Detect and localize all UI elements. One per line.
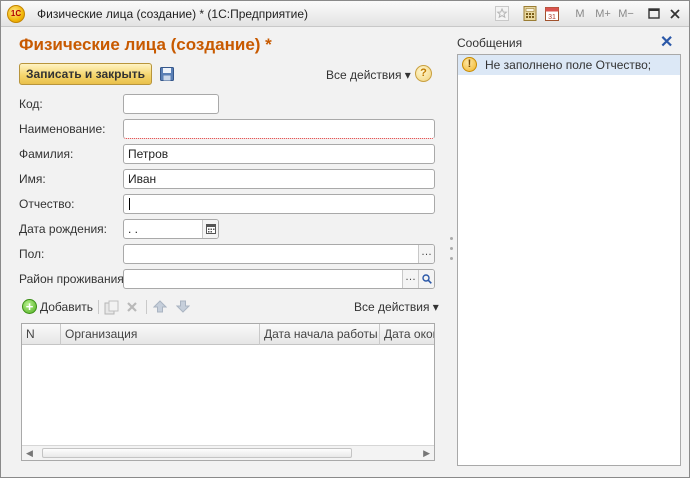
district-select-button[interactable]: … <box>402 270 418 288</box>
window-title: Физические лица (создание) * (1С:Предпри… <box>37 7 309 21</box>
code-label: Код: <box>19 97 43 111</box>
app-window: 1С Физические лица (создание) * (1С:Пред… <box>0 0 690 478</box>
column-header-number[interactable]: N <box>22 324 61 345</box>
horizontal-scrollbar[interactable]: ◀ ▶ <box>22 445 434 460</box>
maximize-icon[interactable] <box>647 6 661 21</box>
calculator-icon[interactable] <box>523 6 537 21</box>
scroll-left-icon[interactable]: ◀ <box>26 448 33 459</box>
district-label: Район проживания: <box>19 272 128 286</box>
move-up-icon[interactable] <box>153 299 167 314</box>
gender-label: Пол: <box>19 247 45 261</box>
all-actions-menu[interactable]: Все действия ▾ <box>326 68 411 82</box>
table-all-actions-menu[interactable]: Все действия ▾ <box>354 300 439 314</box>
patronymic-field[interactable] <box>123 194 435 214</box>
delete-icon[interactable] <box>125 300 139 314</box>
name-label: Наименование: <box>19 122 106 136</box>
column-header-start-date[interactable]: Дата начала работы <box>260 324 380 345</box>
message-text: Не заполнено поле Отчество; <box>485 58 652 72</box>
birth-date-field[interactable]: . . <box>123 219 219 239</box>
search-icon <box>421 274 432 284</box>
calendar-icon[interactable]: 31 <box>545 6 559 21</box>
birth-date-value: . . <box>128 222 139 236</box>
svg-text:31: 31 <box>548 14 556 21</box>
splitter-handle[interactable] <box>450 247 453 250</box>
messages-panel: Сообщения ✕ ! Не заполнено поле Отчество… <box>454 28 686 468</box>
save-and-close-button[interactable]: Записать и закрыть <box>19 63 152 85</box>
column-header-end-date[interactable]: Дата окон <box>380 324 434 345</box>
memory-subtract-button[interactable]: M− <box>616 5 636 23</box>
column-header-organization[interactable]: Организация <box>61 324 260 345</box>
table-header: N Организация Дата начала работы Дата ок… <box>22 324 434 345</box>
app-logo-icon[interactable]: 1С <box>7 5 25 23</box>
splitter-handle[interactable] <box>450 237 453 240</box>
district-search-button[interactable] <box>418 270 434 288</box>
employment-table[interactable]: N Организация Дата начала работы Дата ок… <box>21 323 435 461</box>
favorite-star-icon[interactable] <box>495 6 509 21</box>
memory-add-button[interactable]: M+ <box>593 5 613 23</box>
birth-date-label: Дата рождения: <box>19 222 107 236</box>
district-field[interactable]: … <box>123 269 435 289</box>
title-bar: 1С Физические лица (создание) * (1С:Пред… <box>1 1 689 27</box>
warning-icon: ! <box>462 57 477 72</box>
help-icon[interactable]: ? <box>415 65 432 82</box>
close-icon[interactable] <box>668 6 682 21</box>
calendar-picker-icon <box>205 224 216 234</box>
add-icon[interactable]: + <box>22 299 37 314</box>
first-name-field[interactable]: Иван <box>123 169 435 189</box>
memory-button[interactable]: M <box>573 5 587 23</box>
scroll-right-icon[interactable]: ▶ <box>423 448 430 459</box>
gender-select-button[interactable]: … <box>418 245 434 263</box>
page-title: Физические лица (создание) * <box>19 35 272 54</box>
add-row-button[interactable]: Добавить <box>40 300 93 320</box>
text-cursor <box>129 198 130 210</box>
toolbar-divider <box>98 300 99 314</box>
name-field[interactable] <box>123 119 435 139</box>
message-item[interactable]: ! Не заполнено поле Отчество; <box>458 55 680 75</box>
first-name-label: Имя: <box>19 172 46 186</box>
copy-icon[interactable] <box>104 300 119 315</box>
code-field[interactable] <box>123 94 219 114</box>
calendar-picker-button[interactable] <box>202 220 218 238</box>
form-panel: Физические лица (создание) * Записать и … <box>7 28 445 468</box>
move-down-icon[interactable] <box>176 299 190 314</box>
scrollbar-thumb[interactable] <box>42 448 352 458</box>
messages-close-icon[interactable]: ✕ <box>660 32 673 52</box>
patronymic-label: Отчество: <box>19 197 75 211</box>
messages-title: Сообщения <box>457 36 523 50</box>
messages-list: ! Не заполнено поле Отчество; <box>457 54 681 466</box>
surname-field[interactable]: Петров <box>123 144 435 164</box>
splitter-handle[interactable] <box>450 257 453 260</box>
save-icon[interactable] <box>160 67 174 81</box>
toolbar-divider <box>146 300 147 314</box>
surname-label: Фамилия: <box>19 147 74 161</box>
gender-field[interactable]: … <box>123 244 435 264</box>
